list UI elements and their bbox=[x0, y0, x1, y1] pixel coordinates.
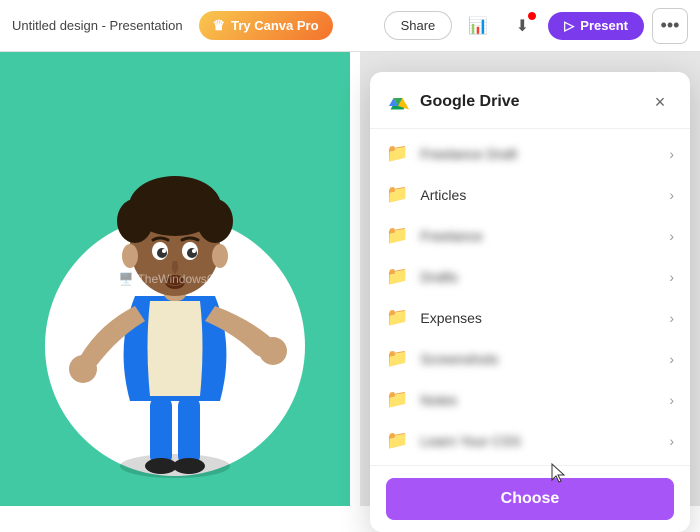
folder-list[interactable]: 📁 Freelance Draft › 📁 Articles › 📁 Freelance › 📁 D… bbox=[370, 129, 690, 465]
folder-item[interactable]: 📁 Freelance › bbox=[370, 215, 690, 256]
folder-icon: 📁 bbox=[386, 307, 408, 328]
choose-button[interactable]: Choose bbox=[386, 478, 674, 520]
chevron-right-icon: › bbox=[669, 310, 674, 326]
analytics-icon: 📊 bbox=[468, 16, 488, 36]
design-canvas: 🖥️ TheWindowsClub bbox=[0, 52, 350, 506]
folder-name: Expenses bbox=[420, 310, 657, 326]
chevron-right-icon: › bbox=[669, 392, 674, 408]
more-options-button[interactable]: ••• bbox=[652, 8, 688, 44]
crown-icon: ♛ bbox=[213, 17, 226, 34]
chevron-right-icon: › bbox=[669, 433, 674, 449]
present-button[interactable]: ▷ Present bbox=[548, 12, 644, 40]
folder-name: Articles bbox=[420, 187, 657, 203]
download-icon: ⬇ bbox=[516, 16, 529, 36]
share-button[interactable]: Share bbox=[384, 11, 453, 40]
folder-icon: 📁 bbox=[386, 143, 408, 164]
chevron-right-icon: › bbox=[669, 351, 674, 367]
folder-item[interactable]: 📁 Freelance Draft › bbox=[370, 133, 690, 174]
folder-item[interactable]: 📁 Learn Your CSS › bbox=[370, 420, 690, 461]
folder-name: Drafts bbox=[420, 269, 657, 285]
folder-icon: 📁 bbox=[386, 184, 408, 205]
folder-icon: 📁 bbox=[386, 430, 408, 451]
folder-icon: 📁 bbox=[386, 389, 408, 410]
folder-name: Freelance Draft bbox=[420, 146, 657, 162]
character-illustration bbox=[35, 106, 315, 506]
folder-icon: 📁 bbox=[386, 266, 408, 287]
folder-item[interactable]: 📁 Screenshots › bbox=[370, 338, 690, 379]
folder-item[interactable]: 📁 Articles › bbox=[370, 174, 690, 215]
chevron-right-icon: › bbox=[669, 146, 674, 162]
more-icon: ••• bbox=[661, 15, 680, 36]
notification-badge bbox=[528, 12, 536, 20]
chevron-right-icon: › bbox=[669, 269, 674, 285]
modal-close-button[interactable]: × bbox=[646, 88, 674, 116]
document-title: Untitled design - Presentation bbox=[12, 18, 183, 33]
folder-name: Notes bbox=[420, 392, 657, 408]
folder-item[interactable]: 📁 Drafts › bbox=[370, 256, 690, 297]
modal-title: Google Drive bbox=[420, 93, 636, 111]
try-canva-button[interactable]: ♛ Try Canva Pro bbox=[199, 11, 333, 40]
toolbar: Untitled design - Presentation ♛ Try Can… bbox=[0, 0, 700, 52]
chevron-right-icon: › bbox=[669, 187, 674, 203]
download-button[interactable]: ⬇ bbox=[504, 8, 540, 44]
folder-icon: 📁 bbox=[386, 225, 408, 246]
folder-icon: 📁 bbox=[386, 348, 408, 369]
folder-name: Screenshots bbox=[420, 351, 657, 367]
present-icon: ▷ bbox=[564, 18, 574, 34]
watermark-icon: 🖥️ bbox=[119, 272, 134, 286]
modal-header: Google Drive × bbox=[370, 72, 690, 129]
folder-item[interactable]: 📁 Expenses › bbox=[370, 297, 690, 338]
chevron-right-icon: › bbox=[669, 228, 674, 244]
google-drive-icon bbox=[386, 90, 410, 114]
modal-footer: Choose bbox=[370, 465, 690, 532]
modal-overlay: Google Drive × 📁 Freelance Draft › 📁 Article… bbox=[360, 52, 700, 506]
watermark: 🖥️ TheWindowsClub bbox=[119, 272, 232, 286]
google-drive-modal: Google Drive × 📁 Freelance Draft › 📁 Article… bbox=[370, 72, 690, 532]
analytics-button[interactable]: 📊 bbox=[460, 8, 496, 44]
folder-name: Learn Your CSS bbox=[420, 433, 657, 449]
folder-name: Freelance bbox=[420, 228, 657, 244]
folder-item[interactable]: 📁 Notes › bbox=[370, 379, 690, 420]
